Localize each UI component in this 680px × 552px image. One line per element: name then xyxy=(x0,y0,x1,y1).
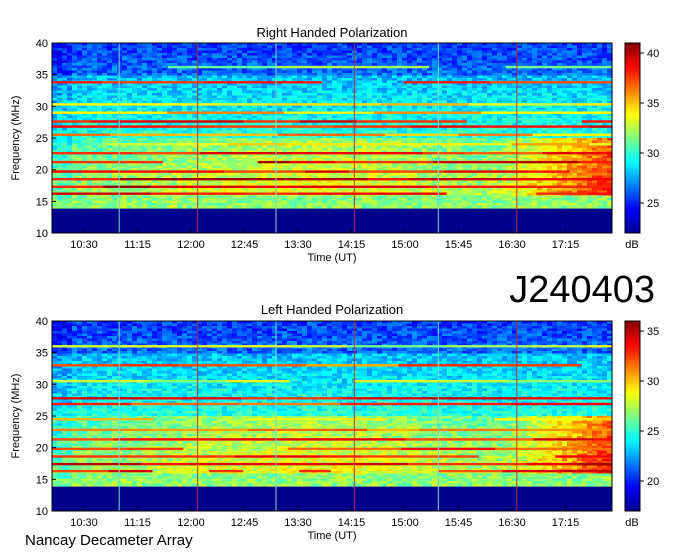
dynamic-spectrum-figure: Right Handed Polarization 10152025303540… xyxy=(10,25,659,549)
spectrogram-right xyxy=(52,43,613,233)
panel-title-right: Right Handed Polarization xyxy=(256,25,407,40)
right-polarization-panel: Right Handed Polarization 10152025303540… xyxy=(10,25,659,264)
